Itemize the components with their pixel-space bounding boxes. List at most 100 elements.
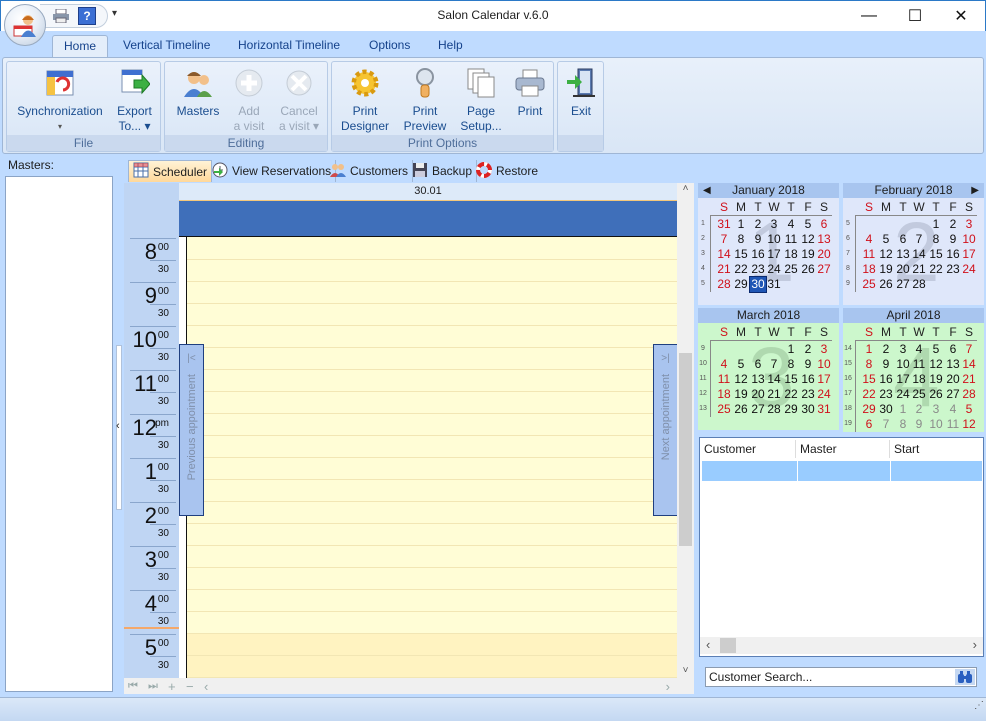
calendar-day[interactable]: 29 [783, 402, 799, 417]
calendar-day[interactable]: 28 [911, 277, 927, 292]
calendar-day[interactable]: 26 [878, 277, 894, 292]
scroll-left-icon[interactable]: ‹ [204, 679, 222, 694]
calendar-day[interactable]: 17 [895, 372, 911, 387]
resize-grip-icon[interactable]: ⋰ [966, 700, 984, 718]
calendar-day[interactable]: 24 [895, 387, 911, 402]
close-button[interactable]: ✕ [938, 0, 984, 31]
calendar-day[interactable]: 29 [861, 402, 877, 417]
calendar-day[interactable]: 1 [928, 217, 944, 232]
calendar-day[interactable]: 19 [800, 247, 816, 262]
calendar-day[interactable]: 16 [945, 247, 961, 262]
calendar-day[interactable]: 31 [816, 402, 832, 417]
calendar-day[interactable]: 30 [800, 402, 816, 417]
calendar-day[interactable]: 9 [911, 417, 927, 432]
next-month-icon[interactable]: ▶ [971, 183, 979, 198]
calendar-day[interactable]: 23 [945, 262, 961, 277]
cancel-visit-button[interactable]: Cancel a visit ▾ [273, 66, 325, 134]
add-resource-icon[interactable]: + [168, 679, 186, 694]
calendar-day[interactable]: 4 [861, 232, 877, 247]
calendar-day[interactable]: 8 [861, 357, 877, 372]
scroll-left-icon[interactable]: ‹ [706, 637, 710, 652]
calendar-day[interactable]: 26 [800, 262, 816, 277]
calendar-day[interactable]: 21 [961, 372, 977, 387]
calendar-day[interactable]: 29 [733, 277, 749, 292]
column-header-master[interactable]: Master [796, 440, 890, 458]
calendar-day[interactable]: 14 [961, 357, 977, 372]
calendar-day[interactable]: 1 [733, 217, 749, 232]
tab-help[interactable]: Help [427, 35, 474, 58]
calendar-day[interactable]: 16 [750, 247, 766, 262]
minimize-button[interactable]: — [846, 0, 892, 31]
calendar-day[interactable]: 21 [766, 387, 782, 402]
calendar-day[interactable]: 17 [816, 372, 832, 387]
calendar-day[interactable]: 16 [878, 372, 894, 387]
calendar-day[interactable]: 4 [945, 402, 961, 417]
calendar-day[interactable]: 10 [961, 232, 977, 247]
calendar-day[interactable]: 31 [766, 277, 782, 292]
calendar-day[interactable]: 21 [911, 262, 927, 277]
calendar-day[interactable]: 27 [750, 402, 766, 417]
remove-resource-icon[interactable]: − [186, 679, 204, 694]
calendar-day[interactable]: 28 [961, 387, 977, 402]
calendar-day[interactable]: 19 [878, 262, 894, 277]
calendar-day[interactable]: 26 [928, 387, 944, 402]
calendar-day[interactable]: 10 [766, 232, 782, 247]
calendar-day[interactable]: 17 [961, 247, 977, 262]
scroll-up-icon[interactable]: ˄ [677, 183, 694, 194]
calendar-day[interactable]: 7 [961, 342, 977, 357]
calendar-day[interactable]: 24 [816, 387, 832, 402]
calendar-day[interactable]: 27 [945, 387, 961, 402]
app-menu-button[interactable] [4, 4, 46, 46]
calendar-day[interactable]: 22 [861, 387, 877, 402]
all-day-area[interactable] [179, 201, 677, 237]
horizontal-scrollbar-thumb[interactable] [720, 638, 736, 653]
page-setup-button[interactable]: Page Setup... [456, 66, 506, 134]
customer-search-input[interactable]: Customer Search... [705, 667, 977, 687]
calendar-day[interactable]: 7 [716, 232, 732, 247]
previous-appointment-button[interactable]: |< Previous appointment [179, 344, 204, 516]
calendar-day[interactable]: 3 [816, 342, 832, 357]
calendar-day[interactable]: 25 [911, 387, 927, 402]
horizontal-scrollbar[interactable]: ‹ › [700, 637, 983, 654]
calendar-day[interactable]: 8 [895, 417, 911, 432]
calendar-day[interactable]: 13 [945, 357, 961, 372]
last-icon[interactable]: ⏭ [148, 680, 168, 693]
calendar-day[interactable]: 6 [895, 232, 911, 247]
calendar-day[interactable]: 12 [961, 417, 977, 432]
calendar-day[interactable]: 27 [816, 262, 832, 277]
calendar-day[interactable]: 7 [911, 232, 927, 247]
calendar-day[interactable]: 9 [878, 357, 894, 372]
calendar-day[interactable]: 6 [750, 357, 766, 372]
calendar-day[interactable]: 20 [895, 262, 911, 277]
calendar-day[interactable]: 5 [733, 357, 749, 372]
calendar-day[interactable]: 11 [945, 417, 961, 432]
calendar-day[interactable]: 28 [716, 277, 732, 292]
calendar-day[interactable]: 25 [861, 277, 877, 292]
calendar-day[interactable]: 12 [800, 232, 816, 247]
calendar-day[interactable]: 15 [783, 372, 799, 387]
calendar-day[interactable]: 16 [800, 372, 816, 387]
tab-backup[interactable]: Backup [408, 160, 478, 182]
tab-vertical-timeline[interactable]: Vertical Timeline [112, 35, 221, 58]
calendar-day[interactable]: 15 [861, 372, 877, 387]
tab-home[interactable]: Home [52, 35, 109, 58]
calendar-day[interactable]: 12 [878, 247, 894, 262]
calendar-day[interactable]: 12 [928, 357, 944, 372]
add-visit-button[interactable]: Add a visit [229, 66, 269, 134]
tab-view-reservations[interactable]: View Reservations [208, 160, 337, 182]
print-button[interactable]: Print [510, 66, 550, 119]
tab-horizontal-timeline[interactable]: Horizontal Timeline [227, 35, 351, 58]
calendar-day[interactable]: 10 [928, 417, 944, 432]
calendar-day[interactable]: 9 [945, 232, 961, 247]
exit-button[interactable]: Exit [560, 66, 602, 119]
calendar-day[interactable]: 1 [895, 402, 911, 417]
calendar-day[interactable]: 5 [928, 342, 944, 357]
calendar-day[interactable]: 24 [766, 262, 782, 277]
calendar-day[interactable]: 3 [766, 217, 782, 232]
calendar-day[interactable]: 11 [861, 247, 877, 262]
calendar-day[interactable]: 20 [750, 387, 766, 402]
maximize-button[interactable]: ☐ [892, 0, 938, 31]
day-column-header[interactable]: 30.01 [179, 183, 677, 201]
calendar-day[interactable]: 2 [800, 342, 816, 357]
masters-list[interactable] [5, 176, 113, 692]
